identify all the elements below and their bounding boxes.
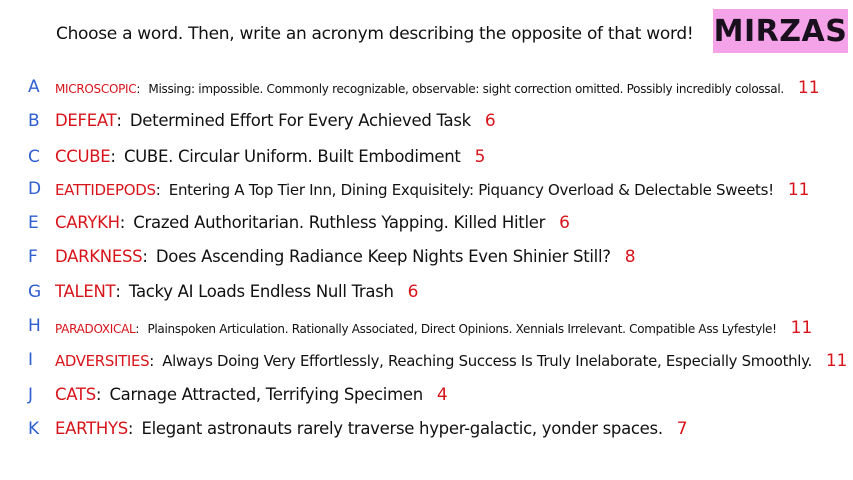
row-count: 4 [436,385,448,405]
row-letter: G [28,282,42,302]
row-colon: : [119,213,126,232]
row-count: 7 [676,419,688,439]
row-letter: J [28,385,34,405]
row-description: Determined Effort For Every Achieved Tas… [129,111,471,130]
row-letter: C [28,147,40,167]
row-description: Plainspoken Articulation. Rationally Ass… [147,322,777,336]
row-description: Always Doing Very Effortlessly, Reaching… [162,352,812,370]
row-letter: A [28,77,40,97]
row-letter: K [28,419,40,439]
row-word: CATS [55,385,96,404]
row-word: DEFEAT [55,111,117,130]
row-word: MICROSCOPIC [55,82,137,96]
row-description: Does Ascending Radiance Keep Nights Even… [155,247,611,266]
row-count: 6 [407,282,419,302]
row-count: 6 [484,111,496,131]
row-count: 11 [797,78,820,98]
row-word: PARADOXICAL [55,322,136,336]
row-colon: : [115,282,121,301]
mirzas-badge: MIRZAS [713,9,848,53]
row-count: 11 [825,351,848,371]
row-colon: : [149,352,155,370]
row-word: TALENT [55,282,116,301]
row-count: 11 [787,180,810,200]
row-letter: F [28,247,38,267]
row-description: Carnage Attracted, Terrifying Specimen [109,385,423,404]
row-word: EATTIDEPODS [55,181,156,199]
row-letter: B [28,111,40,131]
row-word: DARKNESS [55,247,143,266]
row-word: CARYKH [55,213,120,232]
row-colon: : [155,181,161,199]
row-letter: D [28,179,42,199]
row-description: Entering A Top Tier Inn, Dining Exquisit… [168,181,774,199]
row-word: EARTHYS [55,419,128,438]
row-count: 11 [790,318,813,338]
row-colon: : [127,419,134,438]
row-colon: : [95,385,102,404]
row-letter: E [28,213,39,233]
row-colon: : [135,322,140,336]
row-colon: : [116,111,122,130]
row-word: CCUBE [55,147,111,166]
row-description: Elegant astronauts rarely traverse hyper… [141,419,663,438]
row-colon: : [136,82,141,96]
row-count: 8 [624,247,636,267]
row-colon: : [142,247,148,266]
row-count: 6 [559,213,570,233]
row-description: CUBE. Circular Uniform. Built Embodiment [123,147,461,166]
row-letter: I [28,350,34,370]
row-letter: H [28,316,41,336]
row-description: Crazed Authoritarian. Ruthless Yapping. … [133,213,546,232]
row-word: ADVERSITIES [55,352,150,370]
prompt-text: Choose a word. Then, write an acronym de… [56,24,694,44]
row-description: Missing: impossible. Commonly recognizab… [148,82,784,96]
row-description: Tacky AI Loads Endless Null Trash [128,282,394,301]
row-count: 5 [474,147,486,167]
row-colon: : [110,147,116,166]
